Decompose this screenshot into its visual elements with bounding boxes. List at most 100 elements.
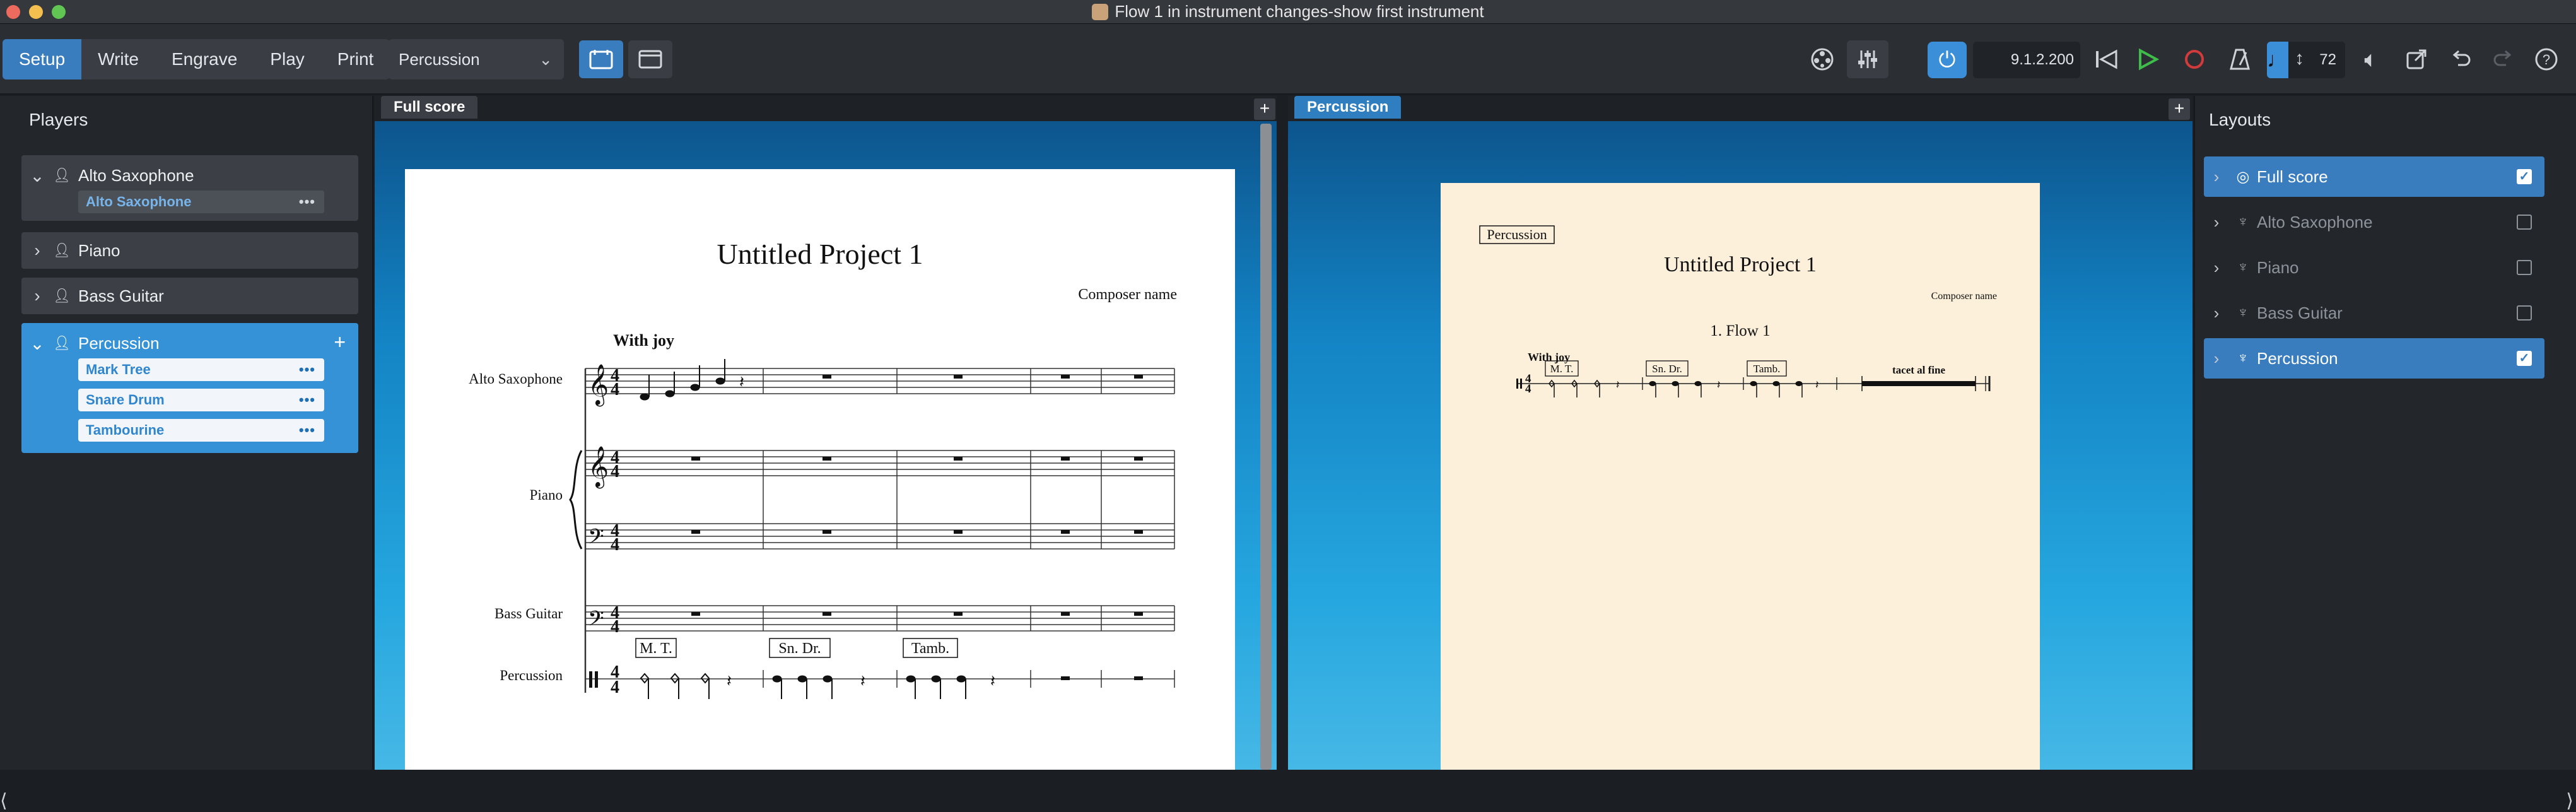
full-score-view[interactable]: Full score + Untitled Project 1 Composer… [375, 96, 1277, 770]
percussion-notes: 𝄽 𝄽 𝄽 [640, 672, 995, 699]
player-card-piano[interactable]: › 👤︎ Piano [21, 232, 358, 269]
svg-text:M. T.: M. T. [640, 640, 672, 657]
close-window-button[interactable] [6, 5, 20, 19]
svg-text:?: ? [2543, 52, 2550, 68]
part-time-signature: 44 [1525, 372, 1531, 396]
window-title: Flow 1 in instrument changes-show first … [1115, 2, 1484, 21]
toolbar: Setup Write Engrave Play Print Percussio… [0, 24, 2576, 95]
tab-full-score[interactable]: Full score [381, 96, 478, 119]
person-icon: 👤︎ [53, 167, 71, 183]
part-title: Untitled Project 1 [1664, 253, 1817, 276]
more-icon[interactable]: ••• [299, 191, 315, 213]
mode-write[interactable]: Write [81, 39, 155, 79]
mode-play[interactable]: Play [254, 39, 320, 79]
layout-checkbox[interactable] [2517, 305, 2532, 321]
layout-checkbox[interactable]: ✓ [2517, 169, 2532, 184]
composer-label: Composer name [1078, 286, 1177, 303]
collapse-right-panel-icon[interactable]: ⟩ [2566, 790, 2573, 812]
part-box-mark-tree: M. T. [1550, 363, 1574, 375]
chevron-down-icon[interactable]: ⌄ [21, 165, 53, 186]
tab-percussion[interactable]: Percussion [1294, 96, 1402, 119]
instrument-label: Alto Saxophone [86, 194, 192, 209]
chevron-down-icon[interactable]: ⌄ [21, 333, 53, 354]
add-instrument-icon[interactable]: + [334, 331, 346, 354]
export-icon [2406, 49, 2427, 69]
layout-item-alto-saxophone[interactable]: › ♆ Alto Saxophone [2204, 202, 2544, 242]
add-tab-icon[interactable]: + [1254, 98, 1275, 120]
chevron-right-icon[interactable]: › [21, 286, 53, 306]
rewind-to-start-button[interactable] [2090, 40, 2122, 78]
chevron-right-icon[interactable]: › [2204, 258, 2229, 278]
redo-icon [2493, 50, 2512, 66]
chevron-right-icon[interactable]: › [2204, 213, 2229, 232]
more-icon[interactable]: ••• [299, 358, 315, 381]
play-button[interactable] [2132, 40, 2163, 78]
vertical-scrollbar[interactable] [1260, 124, 1272, 770]
quarter-note-icon: ♩ [2267, 42, 2288, 78]
player-card-percussion[interactable]: ⌄ 👤︎ Percussion + Mark Tree ••• Snare Dr… [21, 323, 358, 453]
minimize-window-button[interactable] [29, 5, 43, 19]
undo-icon [2452, 50, 2471, 66]
speaker-icon: 🔈︎ [2364, 45, 2378, 72]
layout-item-percussion[interactable]: › ♆ Percussion ✓ [2204, 338, 2544, 379]
part-view[interactable]: Percussion + Percussion Untitled Project… [1288, 96, 2193, 770]
more-icon[interactable]: ••• [299, 419, 315, 442]
layout-item-piano[interactable]: › ♆ Piano [2204, 247, 2544, 288]
staff-label-percussion: Percussion [500, 668, 563, 683]
score-page: Untitled Project 1 Composer name With jo… [405, 169, 1235, 770]
page-view-button[interactable] [628, 40, 672, 78]
window-controls [6, 5, 66, 19]
chevron-right-icon[interactable]: › [2204, 303, 2229, 323]
mode-setup[interactable]: Setup [3, 39, 82, 79]
zoom-window-button[interactable] [52, 5, 66, 19]
instrument-tambourine[interactable]: Tambourine ••• [78, 419, 324, 442]
part-box-tambourine: Tamb. [1753, 363, 1781, 375]
layout-checkbox[interactable] [2517, 215, 2532, 230]
undo-button[interactable] [2445, 40, 2476, 78]
video-reel-icon[interactable] [1808, 40, 1837, 78]
player-card-alto-saxophone[interactable]: ⌄ 👤︎ Alto Saxophone Alto Saxophone ••• [21, 155, 358, 221]
add-tab-icon[interactable]: + [2169, 98, 2190, 120]
collapse-left-panel-icon[interactable]: ⟨ [0, 790, 8, 812]
export-button[interactable] [2401, 40, 2432, 78]
volume-button[interactable]: 🔈︎ [2355, 40, 2387, 78]
piano-bass-staff [585, 523, 1174, 550]
flow-title: 1. Flow 1 [1710, 322, 1770, 339]
chevron-right-icon[interactable]: › [21, 240, 53, 261]
activate-project-button[interactable]: ⏻ [1928, 42, 1967, 78]
svg-text:𝄽: 𝄽 [990, 672, 995, 690]
tacet-text: tacet al fine [1892, 364, 1945, 376]
metronome-button[interactable] [2224, 40, 2256, 78]
record-button[interactable] [2179, 40, 2210, 78]
instrument-snare-drum[interactable]: Snare Drum ••• [78, 389, 324, 411]
staff-label-alto-saxophone: Alto Saxophone [469, 371, 563, 387]
instrument-alto-saxophone[interactable]: Alto Saxophone ••• [78, 191, 324, 213]
tempo-control[interactable]: ♩ ↕ 72 [2267, 42, 2345, 78]
chevron-down-icon: ⌄ [539, 50, 553, 69]
layout-name: Bass Guitar [2257, 303, 2343, 322]
title-bar: Flow 1 in instrument changes-show first … [0, 0, 2576, 24]
player-card-bass-guitar[interactable]: › 👤︎ Bass Guitar [21, 278, 358, 314]
layout-name: Percussion [2257, 348, 2338, 368]
layout-name: Alto Saxophone [2257, 212, 2373, 232]
chevron-right-icon[interactable]: › [2204, 167, 2229, 187]
players-heading: Players [29, 110, 88, 129]
help-button[interactable]: ? [2531, 40, 2562, 78]
mode-engrave[interactable]: Engrave [155, 39, 254, 79]
svg-text:4: 4 [611, 535, 619, 555]
layout-item-full-score[interactable]: › ◎ Full score ✓ [2204, 156, 2544, 197]
instrument-mark-tree[interactable]: Mark Tree ••• [78, 358, 324, 381]
layout-item-bass-guitar[interactable]: › ♆ Bass Guitar [2204, 293, 2544, 333]
mixer-button[interactable] [1847, 40, 1888, 78]
svg-text:𝄽: 𝄽 [727, 672, 732, 690]
layout-checkbox[interactable] [2517, 260, 2532, 275]
chevron-right-icon[interactable]: › [2204, 349, 2229, 368]
layout-selector[interactable]: Percussion ⌄ [389, 39, 564, 79]
layout-checkbox[interactable]: ✓ [2517, 351, 2532, 366]
part-notation: Percussion Untitled Project 1 Composer n… [1479, 225, 1997, 397]
more-icon[interactable]: ••• [299, 389, 315, 411]
redo-button[interactable] [2488, 40, 2519, 78]
mode-print[interactable]: Print [321, 39, 390, 79]
tempo-marking: With joy [613, 331, 674, 350]
galley-view-button[interactable] [579, 40, 623, 78]
